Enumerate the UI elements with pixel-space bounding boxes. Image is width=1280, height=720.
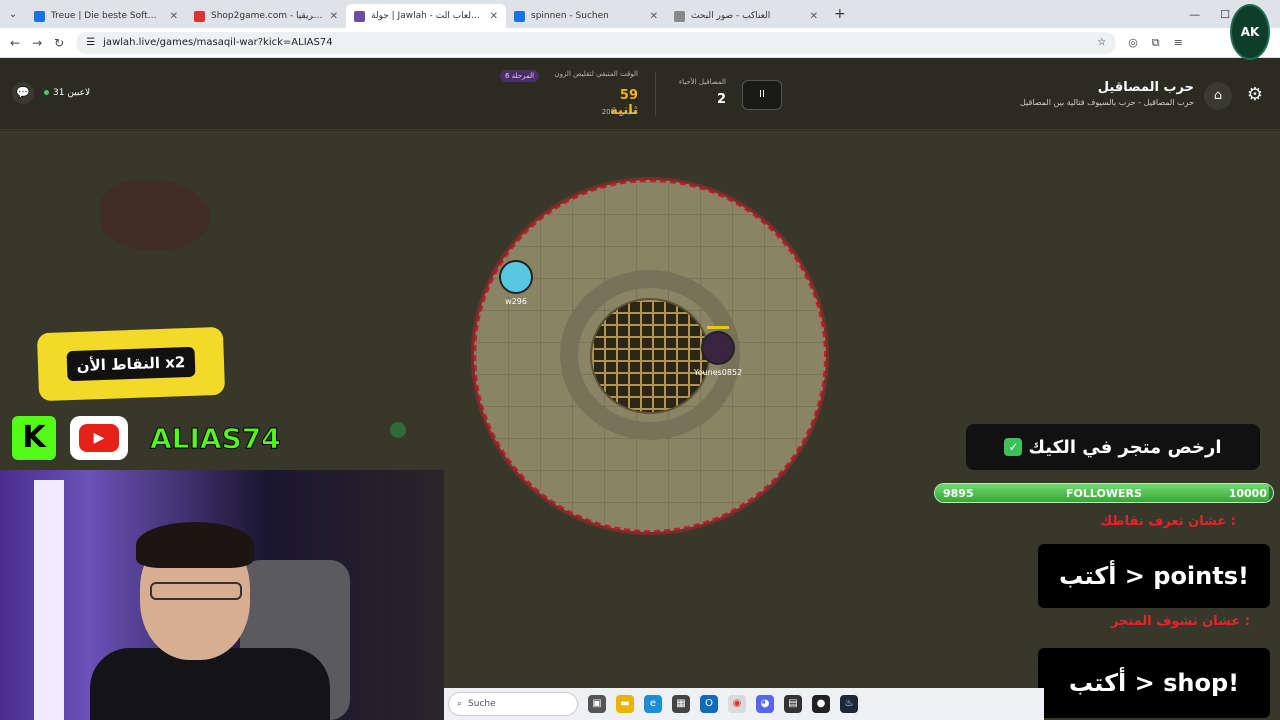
player-health-bar: [707, 326, 729, 329]
kick-icon: K: [12, 416, 56, 460]
pause-button[interactable]: II: [742, 80, 782, 110]
game-header: ⚙ ⌂ حرب المصاقيل حرب المصاقيل - حرب بالس…: [0, 58, 1280, 130]
translate-icon[interactable]: ◎: [1128, 36, 1138, 50]
browser-tab[interactable]: spinnen - Suchen ✕: [506, 4, 666, 28]
browser-tab-bar: ⌄ Treue | Die beste Software zur Ku ✕ Sh…: [0, 0, 1280, 28]
tab-title: Treue | Die beste Software zur Ku: [51, 11, 164, 21]
close-tab-icon[interactable]: ✕: [170, 11, 178, 22]
promo-banner: ✓ ارخص متجر في الكيك: [966, 424, 1260, 470]
players-online-count: 31 لاعبين: [44, 88, 90, 98]
player-younes0852: Younes0852: [690, 326, 746, 377]
home-icon: ⌂: [1213, 88, 1223, 103]
player-name: w296: [505, 297, 527, 306]
player-avatar-icon: [499, 260, 533, 294]
tab-favicon-icon: [34, 10, 45, 22]
forward-icon[interactable]: →: [32, 36, 42, 50]
tab-title: spinnen - Suchen: [531, 11, 609, 21]
search-icon: ⌕: [457, 699, 463, 709]
followers-goal-bar: 9895 FOLLOWERS 10000: [934, 483, 1274, 503]
minimize-icon[interactable]: —: [1189, 8, 1200, 21]
obs-icon[interactable]: ●: [812, 695, 830, 713]
extensions-icon[interactable]: ⧉: [1152, 36, 1160, 50]
players-online: 💬 31 لاعبين: [12, 82, 90, 104]
tab-favicon-icon: [514, 10, 525, 22]
new-tab-icon[interactable]: +: [826, 6, 854, 22]
address-bar[interactable]: ☰ jawlah.live/games/masaqil-war?kick=ALI…: [76, 31, 1117, 54]
browser-tab[interactable]: Shop2game.com - شمال أفريقيا ✕: [186, 4, 346, 28]
followers-label: FOLLOWERS: [1066, 487, 1142, 500]
player-w296: w296: [496, 260, 536, 306]
points-caption: عشان تعرف نقاطك :: [1100, 514, 1236, 529]
tab-title: جولة | Jawlah - منصة الألعاب الت: [371, 11, 484, 21]
edge-icon[interactable]: e: [644, 695, 662, 713]
close-tab-icon[interactable]: ✕: [650, 11, 658, 22]
shop-command: أكتب > shop!: [1038, 648, 1270, 718]
online-dot-icon: [44, 90, 49, 95]
alive-count: 2: [716, 92, 726, 107]
points-command: أكتب > points!: [1038, 544, 1270, 608]
browser-tab[interactable]: Treue | Die beste Software zur Ku ✕: [26, 4, 186, 28]
channel-logo-icon: AK: [1230, 4, 1270, 60]
check-icon: ✓: [1004, 438, 1023, 456]
url-text[interactable]: jawlah.live/games/masaqil-war?kick=ALIAS…: [103, 37, 1089, 48]
timer-label: الوقت المتبقي لتقليص الزون: [554, 70, 638, 78]
maximize-icon[interactable]: ☐: [1220, 8, 1230, 21]
gear-icon[interactable]: ⚙: [1244, 84, 1266, 106]
reload-icon[interactable]: ↻: [54, 36, 64, 50]
header-divider: [655, 72, 656, 116]
home-button[interactable]: ⌂: [1204, 82, 1232, 110]
youtube-icon: ▶: [70, 416, 128, 460]
close-tab-icon[interactable]: ✕: [330, 11, 338, 22]
tab-title: العناكب - صور البحث: [691, 11, 771, 21]
shrink-percent: 20% تقليص: [601, 108, 638, 116]
shop-caption: عشان تشوف المتجر :: [1110, 614, 1250, 629]
game-title: حرب المصاقيل: [1097, 80, 1194, 95]
health-orb-icon: [390, 422, 406, 438]
alive-label: المصاقيل الأحياء: [678, 78, 726, 86]
glasses-icon: [150, 582, 242, 600]
reading-list-icon[interactable]: ≡: [1174, 36, 1183, 50]
chrome-icon[interactable]: ◉: [728, 695, 746, 713]
back-icon[interactable]: ←: [10, 36, 20, 50]
light-panel: [34, 480, 64, 720]
calculator-icon[interactable]: ▦: [672, 695, 690, 713]
close-tab-icon[interactable]: ✕: [810, 11, 818, 22]
task-view-icon[interactable]: ▣: [588, 695, 606, 713]
player-name: Younes0852: [693, 368, 743, 377]
streamer-name: ALIAS74: [150, 422, 282, 456]
tab-favicon-icon: [674, 10, 685, 22]
outlook-icon[interactable]: O: [700, 695, 718, 713]
followers-goal: 10000: [1228, 487, 1267, 500]
taskbar-search[interactable]: ⌕ Suche: [448, 692, 578, 716]
promo-text: ارخص متجر في الكيك: [1028, 436, 1222, 458]
chat-icon[interactable]: 💬: [12, 82, 34, 104]
tab-list-icon[interactable]: ⌄: [0, 9, 26, 20]
close-tab-icon[interactable]: ✕: [490, 11, 498, 22]
webcam-feed: [0, 470, 444, 720]
streamer-hair: [136, 522, 254, 568]
media-app-icon[interactable]: ▤: [784, 695, 802, 713]
tab-title: Shop2game.com - شمال أفريقيا: [211, 11, 324, 21]
browser-tab[interactable]: العناكب - صور البحث ✕: [666, 4, 826, 28]
browser-tab-active[interactable]: جولة | Jawlah - منصة الألعاب الت ✕: [346, 4, 506, 28]
browser-toolbar: ← → ↻ ☰ jawlah.live/games/masaqil-war?ki…: [0, 28, 1280, 58]
phase-badge: المرحلة 6: [500, 70, 540, 82]
tab-favicon-icon: [354, 10, 365, 22]
site-info-icon[interactable]: ☰: [86, 37, 95, 48]
tab-favicon-icon: [194, 10, 205, 22]
discord-icon[interactable]: ◕: [756, 695, 774, 713]
file-explorer-icon[interactable]: ▬: [616, 695, 634, 713]
game-subtitle: حرب المصاقيل - حرب بالسيوف قتالية بين ال…: [1019, 98, 1194, 107]
safe-zone: [474, 180, 826, 532]
points-banner-text: النقاط الأن x2: [66, 346, 196, 382]
bookmark-star-icon[interactable]: ☆: [1097, 37, 1106, 48]
steam-icon[interactable]: ♨: [840, 695, 858, 713]
player-avatar-icon: [701, 331, 735, 365]
search-placeholder: Suche: [468, 699, 496, 709]
windows-taskbar: ⌕ Suche ▣ ▬ e ▦ O ◉ ◕ ▤ ● ♨: [444, 688, 1044, 720]
points-multiplier-banner: النقاط الأن x2: [36, 326, 226, 402]
